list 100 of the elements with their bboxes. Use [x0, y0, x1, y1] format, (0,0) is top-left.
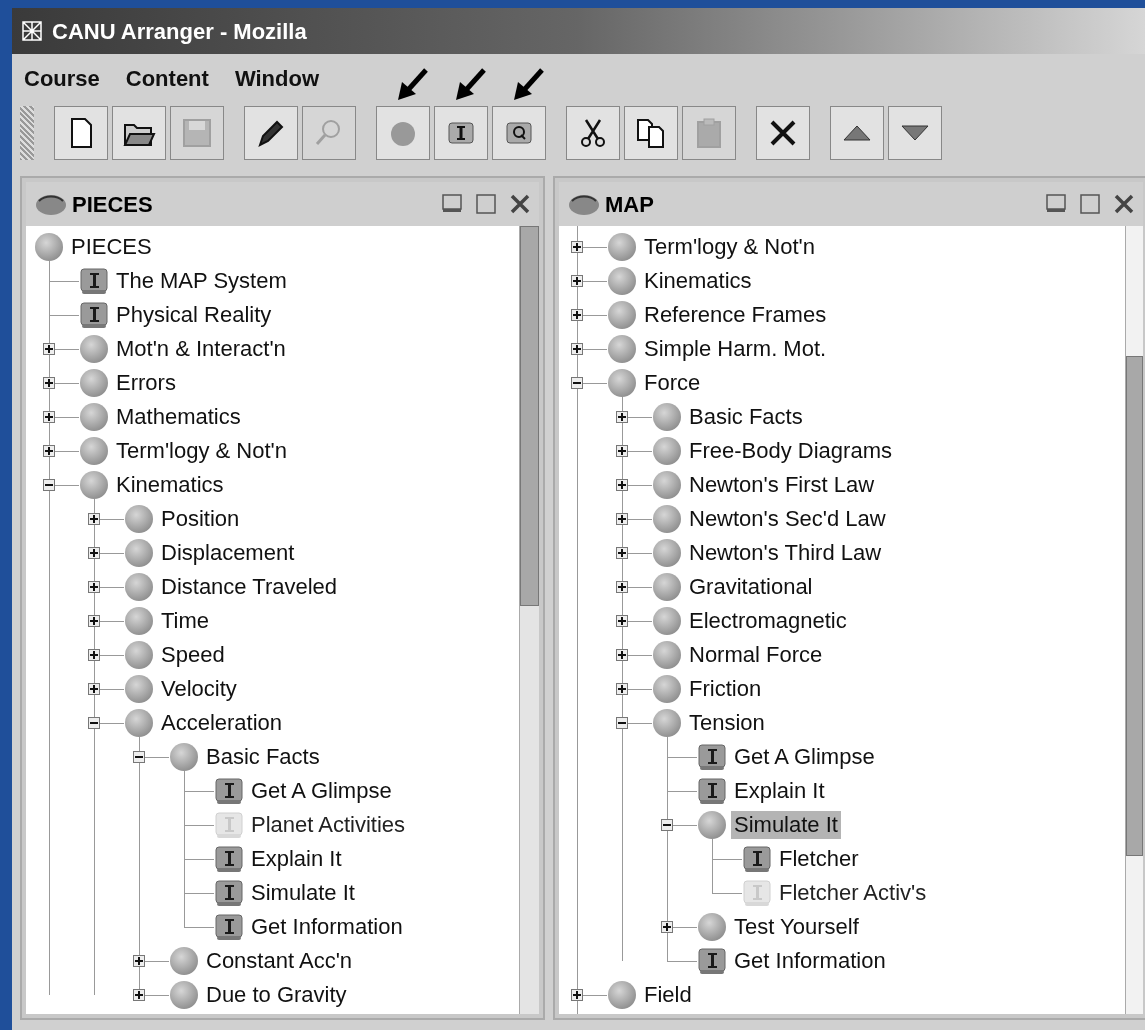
minimize-icon[interactable]: [441, 193, 463, 215]
expand-icon[interactable]: [43, 377, 55, 389]
tree-item[interactable]: Basic Facts: [203, 743, 323, 771]
expand-icon[interactable]: [88, 513, 100, 525]
tree-item[interactable]: Simple Harm. Mot.: [641, 335, 830, 363]
tree-item[interactable]: Simulate It: [731, 811, 841, 839]
collapse-icon[interactable]: [571, 377, 583, 389]
toolbar-button[interactable]: [756, 106, 810, 160]
tree-item[interactable]: Force: [641, 369, 704, 397]
expand-icon[interactable]: [616, 615, 628, 627]
expand-icon[interactable]: [571, 343, 583, 355]
expand-icon[interactable]: [43, 343, 55, 355]
expand-icon[interactable]: [88, 547, 100, 559]
tree-item[interactable]: Newton's Third Law: [686, 539, 885, 567]
tree-item[interactable]: Mot'n & Interact'n: [113, 335, 289, 363]
expand-icon[interactable]: [616, 445, 628, 457]
expand-icon[interactable]: [616, 411, 628, 423]
tree-item[interactable]: Newton's First Law: [686, 471, 878, 499]
tree-item[interactable]: Physical Reality: [113, 301, 275, 329]
expand-icon[interactable]: [88, 649, 100, 661]
tree-item[interactable]: PIECES: [68, 233, 155, 261]
toolbar-button[interactable]: [54, 106, 108, 160]
tree-item[interactable]: Free-Body Diagrams: [686, 437, 895, 465]
tree-item[interactable]: Test Yourself: [731, 913, 862, 941]
tree-item[interactable]: Explain It: [731, 777, 828, 805]
maximize-icon[interactable]: [475, 193, 497, 215]
collapse-icon[interactable]: [88, 717, 100, 729]
expand-icon[interactable]: [616, 683, 628, 695]
tree-item[interactable]: The MAP System: [113, 267, 290, 295]
tree-item[interactable]: Planet Activities: [248, 811, 409, 839]
tree-item[interactable]: Gravitational: [686, 573, 816, 601]
tree-item[interactable]: Simulate It: [248, 879, 358, 907]
tree-item[interactable]: Get Information: [248, 913, 406, 941]
tree-item[interactable]: Errors: [113, 369, 179, 397]
expand-icon[interactable]: [43, 445, 55, 457]
toolbar-grip[interactable]: [20, 106, 34, 160]
tree-item[interactable]: Get A Glimpse: [731, 743, 878, 771]
expand-icon[interactable]: [133, 989, 145, 1001]
tree-item[interactable]: Fletcher: [776, 845, 862, 873]
tree-item[interactable]: Electromagnetic: [686, 607, 850, 635]
expand-icon[interactable]: [616, 649, 628, 661]
tree-item[interactable]: Position: [158, 505, 243, 533]
scrollbar[interactable]: [519, 226, 539, 1014]
collapse-icon[interactable]: [133, 751, 145, 763]
tree-item[interactable]: Basic Facts: [686, 403, 806, 431]
expand-icon[interactable]: [88, 615, 100, 627]
menu-item[interactable]: Window: [234, 61, 319, 95]
tree-item[interactable]: Displacement: [158, 539, 298, 567]
tree-item[interactable]: Get A Glimpse: [248, 777, 395, 805]
expand-icon[interactable]: [661, 921, 673, 933]
expand-icon[interactable]: [133, 955, 145, 967]
tree-item[interactable]: Explain It: [248, 845, 345, 873]
tree-item[interactable]: Kinematics: [113, 471, 227, 499]
collapse-icon[interactable]: [661, 819, 673, 831]
expand-icon[interactable]: [88, 683, 100, 695]
maximize-icon[interactable]: [1079, 193, 1101, 215]
tree-item[interactable]: Constant Acc'n: [203, 947, 356, 975]
tree-item[interactable]: Newton's Sec'd Law: [686, 505, 889, 533]
tree-item[interactable]: Acceleration: [158, 709, 286, 737]
sphere-icon: [124, 674, 154, 704]
expand-icon[interactable]: [616, 479, 628, 491]
scrollbar[interactable]: [1125, 226, 1143, 1014]
expand-icon[interactable]: [616, 513, 628, 525]
tree-item[interactable]: Get Information: [731, 947, 889, 975]
tree-item[interactable]: Mathematics: [113, 403, 244, 431]
close-icon[interactable]: [509, 193, 531, 215]
tree-item[interactable]: Friction: [686, 675, 765, 703]
tree-item[interactable]: Tension: [686, 709, 768, 737]
menu-item[interactable]: Course: [24, 61, 100, 95]
toolbar-button[interactable]: [112, 106, 166, 160]
tree-item[interactable]: Time: [158, 607, 213, 635]
tree-item[interactable]: Field: [641, 981, 695, 1009]
expand-icon[interactable]: [616, 581, 628, 593]
tree-item[interactable]: Velocity: [158, 675, 240, 703]
sphere-icon: [124, 572, 154, 602]
menu-item[interactable]: Content: [125, 61, 209, 95]
tree-item[interactable]: Term'logy & Not'n: [113, 437, 290, 465]
toolbar-button[interactable]: [566, 106, 620, 160]
expand-icon[interactable]: [571, 309, 583, 321]
tree-item[interactable]: Distance Traveled: [158, 573, 341, 601]
collapse-icon[interactable]: [43, 479, 55, 491]
tree-item[interactable]: Normal Force: [686, 641, 826, 669]
expand-icon[interactable]: [43, 411, 55, 423]
expand-icon[interactable]: [571, 989, 583, 1001]
expand-icon[interactable]: [616, 547, 628, 559]
collapse-icon[interactable]: [616, 717, 628, 729]
toolbar-button[interactable]: [492, 106, 546, 160]
close-icon[interactable]: [1113, 193, 1135, 215]
tree-item[interactable]: Due to Gravity: [203, 981, 350, 1009]
toolbar-button[interactable]: [624, 106, 678, 160]
expand-icon[interactable]: [571, 241, 583, 253]
tree-item[interactable]: Reference Frames: [641, 301, 830, 329]
tree-item[interactable]: Term'logy & Not'n: [641, 233, 818, 261]
toolbar-button[interactable]: [244, 106, 298, 160]
tree-item[interactable]: Fletcher Activ's: [776, 879, 930, 907]
minimize-icon[interactable]: [1045, 193, 1067, 215]
tree-item[interactable]: Speed: [158, 641, 228, 669]
expand-icon[interactable]: [571, 275, 583, 287]
expand-icon[interactable]: [88, 581, 100, 593]
tree-item[interactable]: Kinematics: [641, 267, 755, 295]
